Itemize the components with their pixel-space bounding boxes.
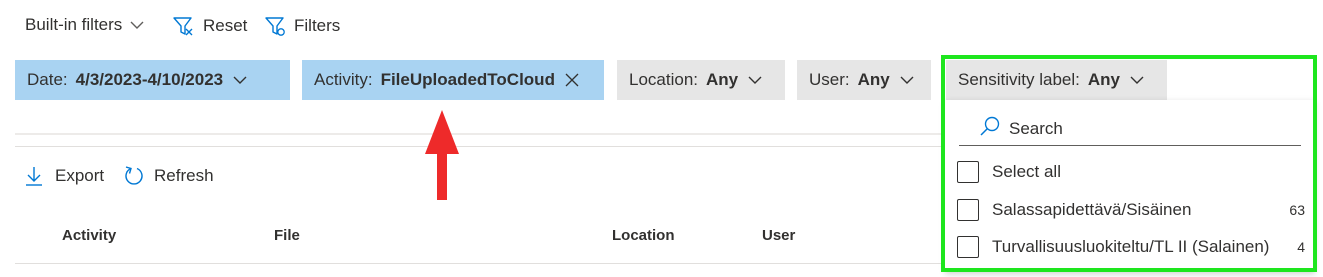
filters-label: Filters [294,16,341,35]
date-filter-label: Date: [27,70,68,89]
chevron-down-icon [233,76,247,85]
annotation-arrow [425,110,459,200]
reset-label: Reset [203,16,248,35]
highlight-box [941,55,1317,272]
chevron-down-icon [900,76,914,85]
export-button[interactable]: Export [25,165,104,187]
date-filter-value: 4/3/2023-4/10/2023 [75,70,224,89]
location-filter-value: Any [706,70,739,89]
chevron-down-icon [130,21,144,30]
reset-button[interactable]: Reset [172,15,247,37]
column-header-location[interactable]: Location [612,227,675,244]
location-filter-pill[interactable]: Location: Any [617,60,785,100]
chevron-down-icon [748,76,762,85]
location-filter-label: Location: [629,70,698,89]
built-in-filters-menu[interactable]: Built-in filters [25,15,144,35]
refresh-icon [123,165,145,187]
activity-filter-label: Activity: [314,70,373,89]
column-header-activity[interactable]: Activity [62,227,116,244]
activity-filter-value: FileUploadedToCloud [380,70,555,89]
refresh-label: Refresh [154,166,214,185]
user-filter-label: User: [809,70,850,89]
refresh-button[interactable]: Refresh [123,165,214,187]
user-filter-value: Any [857,70,890,89]
filters-button[interactable]: Filters [264,15,340,37]
date-filter-pill[interactable]: Date: 4/3/2023-4/10/2023 [15,60,290,100]
close-icon[interactable] [565,73,579,87]
export-label: Export [55,166,105,185]
user-filter-pill[interactable]: User: Any [797,60,931,100]
divider [15,133,945,135]
reset-filter-icon [172,15,194,37]
table-header-divider [15,263,945,264]
filter-icon [264,15,286,37]
divider [15,146,945,147]
column-header-user[interactable]: User [762,227,795,244]
download-icon [25,165,43,187]
activity-filter-pill[interactable]: Activity: FileUploadedToCloud [302,60,604,100]
column-header-file[interactable]: File [274,227,300,244]
built-in-filters-label: Built-in filters [25,15,123,34]
